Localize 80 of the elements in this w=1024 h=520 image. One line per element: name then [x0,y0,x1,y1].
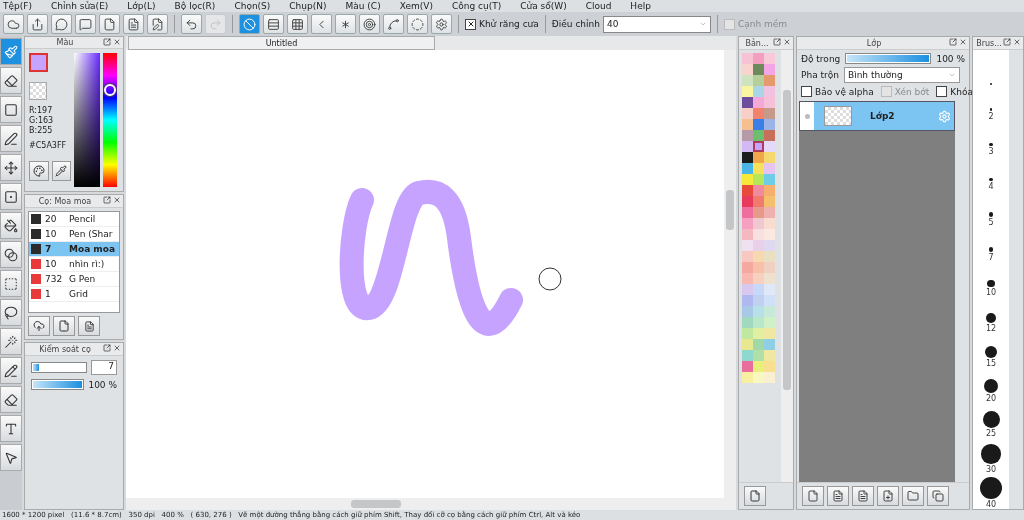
brush-list-item[interactable]: 7 Moa moa [29,242,119,257]
brush-size-label: 5 [988,217,994,227]
panel-title: Brus... [976,38,1002,48]
menu-item[interactable]: Chỉnh sửa(E) [50,1,109,11]
brush-size-item[interactable]: 5 [973,191,1009,227]
brush-size-item[interactable]: 40 [973,473,1009,509]
brush-size: 1 [45,289,52,299]
panel-title: Màu [56,38,74,47]
menu-item[interactable]: Help [630,1,651,11]
checkbox-label: Bảo vệ alpha [815,86,874,97]
brush-size-label: 25 [985,429,997,439]
menu-item[interactable]: Lớp(L) [127,1,156,11]
panel-title: Lớp [866,38,882,48]
menu-item[interactable]: Công cụ(T) [451,1,502,11]
brush-size-label: 30 [985,464,997,474]
checkbox-label: Khử răng cưa [479,19,539,29]
brush-size-item[interactable]: 25 [973,403,1009,439]
menu-item[interactable]: Tệp(F) [3,1,32,11]
menu-item[interactable]: Chọn(S) [234,1,271,11]
brush-list-item[interactable]: 10 Pen (Shar [29,227,119,242]
rgb-value: R:197 [29,106,54,116]
brush-size-item[interactable]: 10 [973,261,1009,298]
brush-size-item[interactable]: 7 [973,226,1009,262]
brush-list-item[interactable]: 1 Grid [29,287,119,302]
field-label: Độ trong [801,53,841,64]
brush-size: 10 [45,259,58,269]
menu-item[interactable]: Cửa sổ(W) [520,1,567,11]
brush-name: nhìn rì:) [69,259,105,269]
brush-size: 10 [45,229,58,239]
rgb-value: B:255 [29,126,54,136]
layer-row[interactable]: Lớp2 [799,101,955,131]
menu-item[interactable]: Xem(V) [399,1,433,11]
rgb-value: G:163 [29,116,55,126]
checkbox-label: Cạnh mềm [738,19,788,29]
blend-mode-dropdown[interactable]: Bình thường [843,67,960,83]
brush-size-item[interactable]: 2 [973,85,1009,121]
menu-item[interactable]: Cloud [585,1,612,11]
brush-list-item[interactable]: 10 nhìn rì:) [29,257,119,272]
opacity-value: 100 % [88,379,117,390]
menu-item[interactable]: Bộ lọc(R) [174,1,216,11]
checkbox-label: Xén bớt [894,86,930,97]
brush-size-item[interactable]: 20 [973,367,1009,404]
brush-size: 20 [45,214,58,224]
brush-size-label: 15 [985,358,997,368]
brush-size: 7 [45,244,53,254]
panel-title: Bản... [745,38,769,48]
brush-size-label: 20 [985,394,997,404]
brush-name: Pen (Shar [69,229,113,239]
panel-title: Kiểm soát cọ [39,344,91,354]
brush-size: 732 [45,274,64,284]
brush-name: G Pen [69,274,96,284]
brush-size-field[interactable]: 7 [91,360,117,375]
field-label: Pha trộn [801,70,839,80]
brush-size-item[interactable]: 3 [973,120,1009,156]
brush-size-label: 40 [985,500,997,509]
brush-size-label: 10 [985,288,997,298]
brush-list-item[interactable]: 20 Pencil [29,212,119,227]
brush-list-item[interactable]: 732 G Pen [29,272,119,287]
panel-title: Cọ: Moa moa [38,196,92,206]
opacity-value: 100 % [936,53,965,64]
brush-size-item[interactable]: 15 [973,332,1009,368]
document-tab[interactable]: Untitled [128,36,435,50]
brush-name: Moa moa [69,244,115,254]
brush-size-item[interactable]: 12 [973,297,1009,333]
brush-size-item[interactable]: 30 [973,438,1009,474]
layer-name: Lớp2 [870,111,896,121]
menu-item[interactable]: Chụp(N) [289,1,327,11]
brush-name: Pencil [69,214,96,224]
checkbox-label: Khóa [950,86,973,97]
menu-item[interactable]: Màu (C) [345,1,381,11]
brush-size-label: 7 [988,252,994,262]
field-label: Điều chỉnh [551,19,600,29]
brush-size-item[interactable]: 4 [973,155,1009,192]
brush-size-label: 4 [988,182,994,192]
brush-name: Grid [69,289,88,299]
brush-size-label: 12 [985,323,997,333]
brush-size-label: 2 [988,111,994,121]
correction-dropdown[interactable]: 40 [603,15,711,33]
hex-value: #C5A3FF [29,141,68,151]
brush-size-label: 3 [988,146,994,156]
